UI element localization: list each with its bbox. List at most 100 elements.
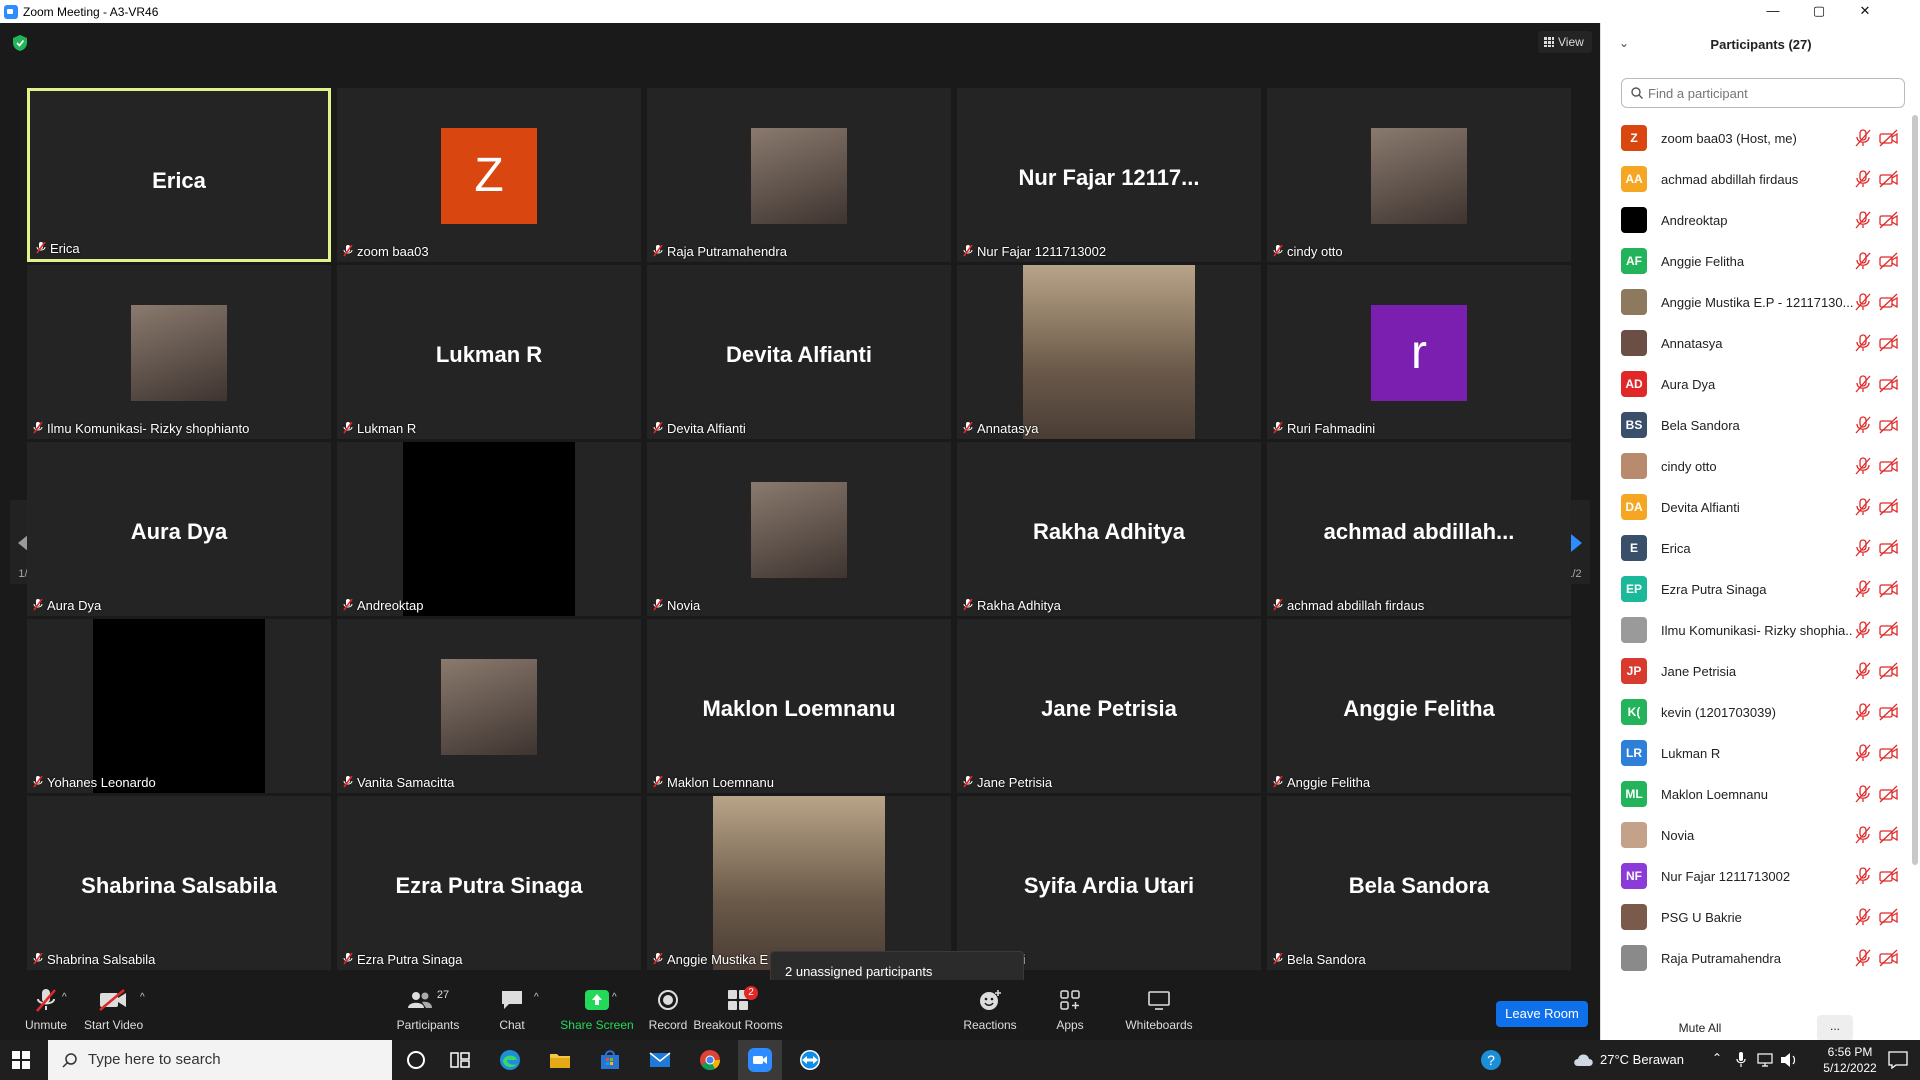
video-tile[interactable]: Rakha Adhitya Rakha Adhitya (957, 442, 1261, 616)
microsoft-store-icon[interactable] (598, 1048, 622, 1072)
video-tile[interactable]: cindy otto (1267, 88, 1571, 262)
participant-row[interactable]: LR Lukman R (1621, 730, 1909, 771)
participant-row[interactable]: AF Anggie Felitha (1621, 238, 1909, 279)
record-button[interactable]: Record (640, 986, 696, 1032)
participant-row[interactable]: AA achmad abdillah firdaus (1621, 156, 1909, 197)
mic-muted-icon[interactable] (1855, 539, 1871, 557)
video-tile[interactable]: Vanita Samacitta (337, 619, 641, 793)
video-off-icon[interactable] (1879, 785, 1899, 803)
video-tile[interactable]: Maklon Loemnanu Maklon Loemnanu (647, 619, 951, 793)
participant-row[interactable]: Raja Putramahendra (1621, 935, 1909, 976)
mic-muted-icon[interactable] (1855, 580, 1871, 598)
mic-muted-icon[interactable] (1855, 211, 1871, 229)
mic-muted-icon[interactable] (1855, 867, 1871, 885)
participant-row[interactable]: E Erica (1621, 525, 1909, 566)
teamviewer-icon[interactable] (798, 1048, 822, 1072)
video-tile[interactable]: Aura Dya Aura Dya (27, 442, 331, 616)
video-tile[interactable]: Syifa Ardia Utaridia Utari (957, 796, 1261, 970)
video-off-icon[interactable] (1879, 826, 1899, 844)
chrome-icon[interactable] (698, 1048, 722, 1072)
tray-chevron-icon[interactable]: ⌃ (1712, 1051, 1722, 1065)
participant-row[interactable]: Annatasya (1621, 320, 1909, 361)
participant-row[interactable]: BS Bela Sandora (1621, 402, 1909, 443)
video-tile[interactable]: Anggie Mustika E (647, 796, 951, 970)
video-off-icon[interactable] (1879, 621, 1899, 639)
participant-row[interactable]: K(kevin (1201703039) (1621, 689, 1909, 730)
participant-row[interactable]: Novia (1621, 812, 1909, 853)
video-off-icon[interactable] (1879, 498, 1899, 516)
participant-row[interactable]: Ilmu Komunikasi- Rizky shophia... (1621, 607, 1909, 648)
participant-row[interactable]: PSG U Bakrie (1621, 894, 1909, 935)
close-window-button[interactable]: ✕ (1842, 0, 1888, 23)
video-tile[interactable]: Devita Alfianti Devita Alfianti (647, 265, 951, 439)
taskbar-clock[interactable]: 6:56 PM 5/12/2022 (1818, 1044, 1882, 1076)
participant-row[interactable]: JP Jane Petrisia (1621, 648, 1909, 689)
video-tile[interactable]: Anggie Felitha Anggie Felitha (1267, 619, 1571, 793)
view-button[interactable]: View (1538, 31, 1592, 53)
weather-text[interactable]: 27°C Berawan (1600, 1052, 1684, 1067)
video-off-icon[interactable] (1879, 867, 1899, 885)
more-options-button[interactable]: ... (1817, 1015, 1853, 1041)
mic-muted-icon[interactable] (1855, 375, 1871, 393)
video-tile[interactable]: Erica Erica (27, 88, 331, 262)
cortana-icon[interactable] (404, 1048, 428, 1072)
video-off-icon[interactable] (1879, 416, 1899, 434)
video-tile[interactable]: Shabrina Salsabila Shabrina Salsabila (27, 796, 331, 970)
video-off-icon[interactable] (1879, 539, 1899, 557)
video-tile[interactable]: Ezra Putra Sinaga Ezra Putra Sinaga (337, 796, 641, 970)
video-tile[interactable]: Lukman R Lukman R (337, 265, 641, 439)
video-tile[interactable]: Zzoom baa03 (337, 88, 641, 262)
mic-muted-icon[interactable] (1855, 129, 1871, 147)
video-tile[interactable]: Ilmu Komunikasi- Rizky shophianto (27, 265, 331, 439)
video-tile[interactable]: achmad abdillah... achmad abdillah firdau… (1267, 442, 1571, 616)
notifications-icon[interactable] (1888, 1051, 1908, 1069)
video-tile[interactable]: Raja Putramahendra (647, 88, 951, 262)
reactions-button[interactable]: Reactions (960, 986, 1020, 1032)
mail-icon[interactable] (648, 1048, 672, 1072)
mic-muted-icon[interactable] (1855, 416, 1871, 434)
file-explorer-icon[interactable] (548, 1048, 572, 1072)
breakout-rooms-button[interactable]: 2 Breakout Rooms (690, 986, 786, 1032)
video-off-icon[interactable] (1879, 949, 1899, 967)
network-icon[interactable] (1756, 1052, 1774, 1068)
encryption-shield-icon[interactable] (13, 35, 27, 51)
mic-muted-icon[interactable] (1855, 908, 1871, 926)
participant-row[interactable]: AD Aura Dya (1621, 361, 1909, 402)
chat-button[interactable]: Chat (486, 986, 538, 1032)
find-participant-input[interactable] (1621, 78, 1905, 108)
mic-muted-icon[interactable] (1855, 744, 1871, 762)
minimize-button[interactable]: — (1750, 0, 1796, 23)
mic-muted-icon[interactable] (1855, 621, 1871, 639)
chat-options-caret[interactable]: ^ (534, 992, 539, 1003)
participant-row[interactable]: cindy otto (1621, 443, 1909, 484)
participant-row[interactable]: ML Maklon Loemnanu (1621, 771, 1909, 812)
video-tile[interactable]: Annatasya (957, 265, 1261, 439)
mic-muted-icon[interactable] (1855, 457, 1871, 475)
video-off-icon[interactable] (1879, 334, 1899, 352)
video-tile[interactable]: Yohanes Leonardo (27, 619, 331, 793)
video-off-icon[interactable] (1879, 908, 1899, 926)
audio-options-caret[interactable]: ^ (62, 992, 67, 1003)
video-options-caret[interactable]: ^ (140, 992, 145, 1003)
video-off-icon[interactable] (1879, 744, 1899, 762)
participant-row[interactable]: Zzoom baa03 (Host, me) (1621, 115, 1909, 156)
video-off-icon[interactable] (1879, 129, 1899, 147)
video-tile[interactable]: Bela Sandora Bela Sandora (1267, 796, 1571, 970)
video-off-icon[interactable] (1879, 580, 1899, 598)
share-screen-button[interactable]: Share Screen (560, 986, 634, 1032)
task-view-icon[interactable] (448, 1048, 472, 1072)
mic-muted-icon[interactable] (1855, 826, 1871, 844)
mic-muted-icon[interactable] (1855, 334, 1871, 352)
taskbar-search-box[interactable]: Type here to search (48, 1040, 392, 1080)
help-icon[interactable]: ? (1480, 1049, 1502, 1071)
video-off-icon[interactable] (1879, 211, 1899, 229)
participants-button[interactable]: 27 Participants (392, 986, 464, 1032)
mic-muted-icon[interactable] (1855, 498, 1871, 516)
volume-icon[interactable] (1780, 1052, 1798, 1068)
video-off-icon[interactable] (1879, 293, 1899, 311)
mic-muted-icon[interactable] (1855, 703, 1871, 721)
mute-all-button[interactable]: Mute All (1665, 1015, 1735, 1041)
share-options-caret[interactable]: ^ (612, 992, 617, 1003)
mic-muted-icon[interactable] (1855, 949, 1871, 967)
participant-row[interactable]: DA Devita Alfianti (1621, 484, 1909, 525)
